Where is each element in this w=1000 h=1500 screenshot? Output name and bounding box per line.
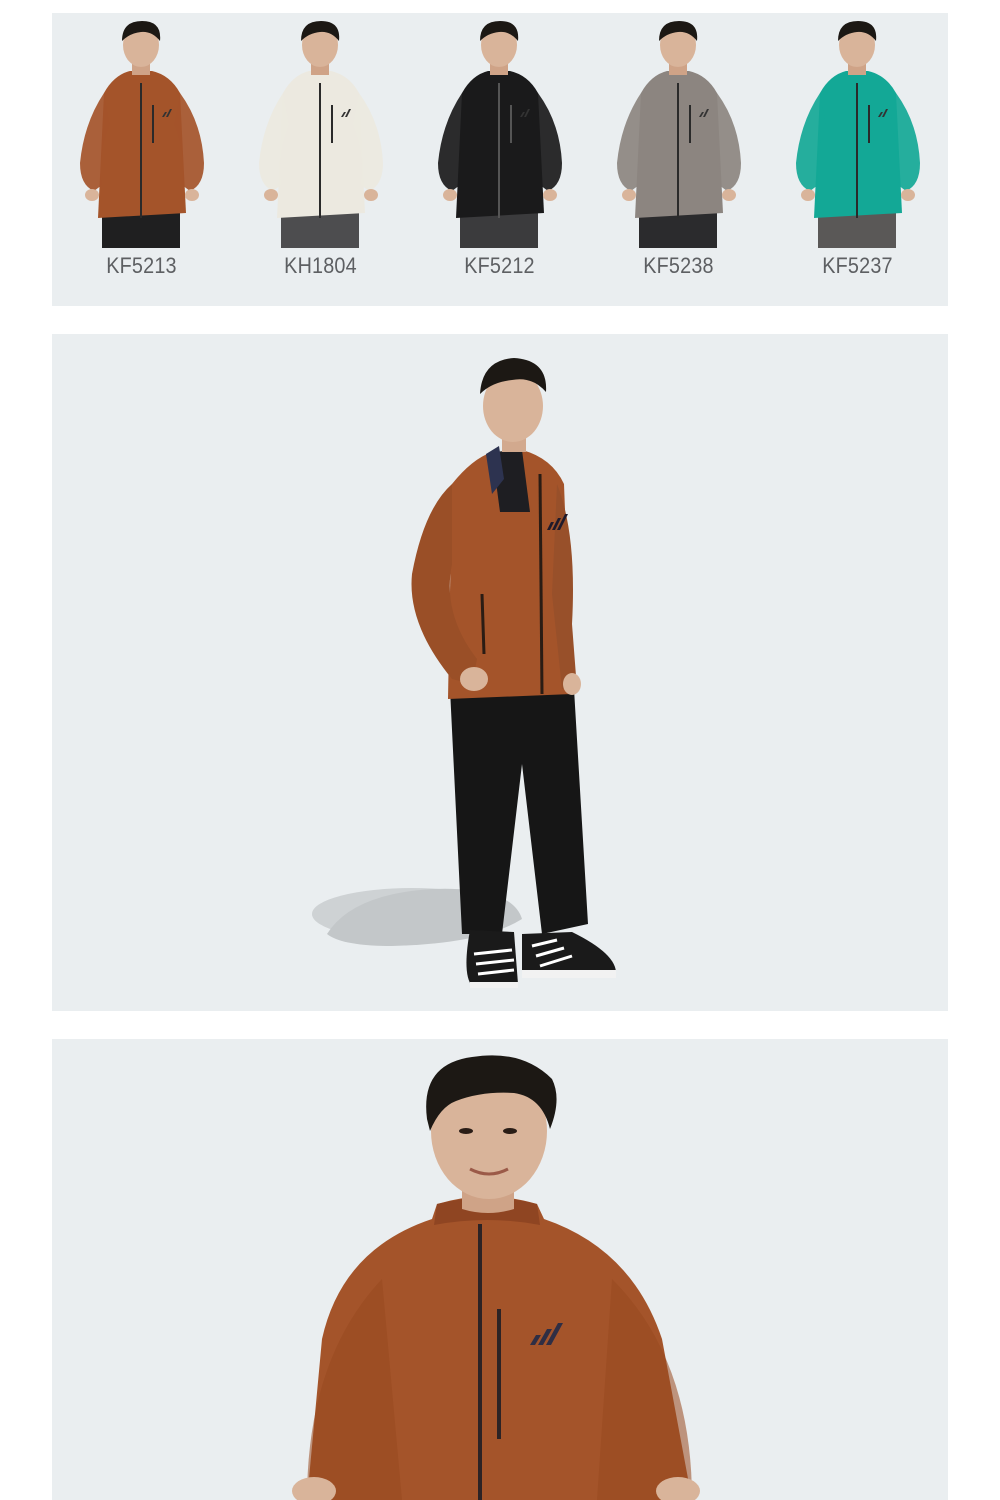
color-variant-kf5213[interactable]: KF5213 — [52, 13, 231, 306]
variant-model-image — [438, 21, 562, 248]
close-up-product-image — [52, 1039, 948, 1500]
color-variant-kf5212[interactable]: KF5212 — [410, 13, 589, 306]
color-variant-kf5237[interactable]: KF5237 — [768, 13, 947, 306]
variant-code: KF5212 — [464, 253, 535, 278]
color-variants-panel: KF5213 KH1804 KF5212 KF5238 KF5237 — [52, 13, 948, 306]
model-full-body-illustration — [312, 358, 617, 988]
variant-code: KH1804 — [284, 253, 357, 278]
variant-code: KF5213 — [106, 253, 177, 278]
full-body-product-image — [52, 334, 948, 1011]
variant-model-image — [796, 21, 920, 248]
variant-model-image — [80, 21, 204, 248]
model-close-up-illustration — [292, 1055, 700, 1500]
variant-code: KF5238 — [643, 253, 714, 278]
variant-model-image — [617, 21, 741, 248]
variant-code: KF5237 — [822, 253, 893, 278]
color-variant-kf5238[interactable]: KF5238 — [589, 13, 768, 306]
variant-model-image — [259, 21, 383, 248]
color-variant-kh1804[interactable]: KH1804 — [231, 13, 410, 306]
